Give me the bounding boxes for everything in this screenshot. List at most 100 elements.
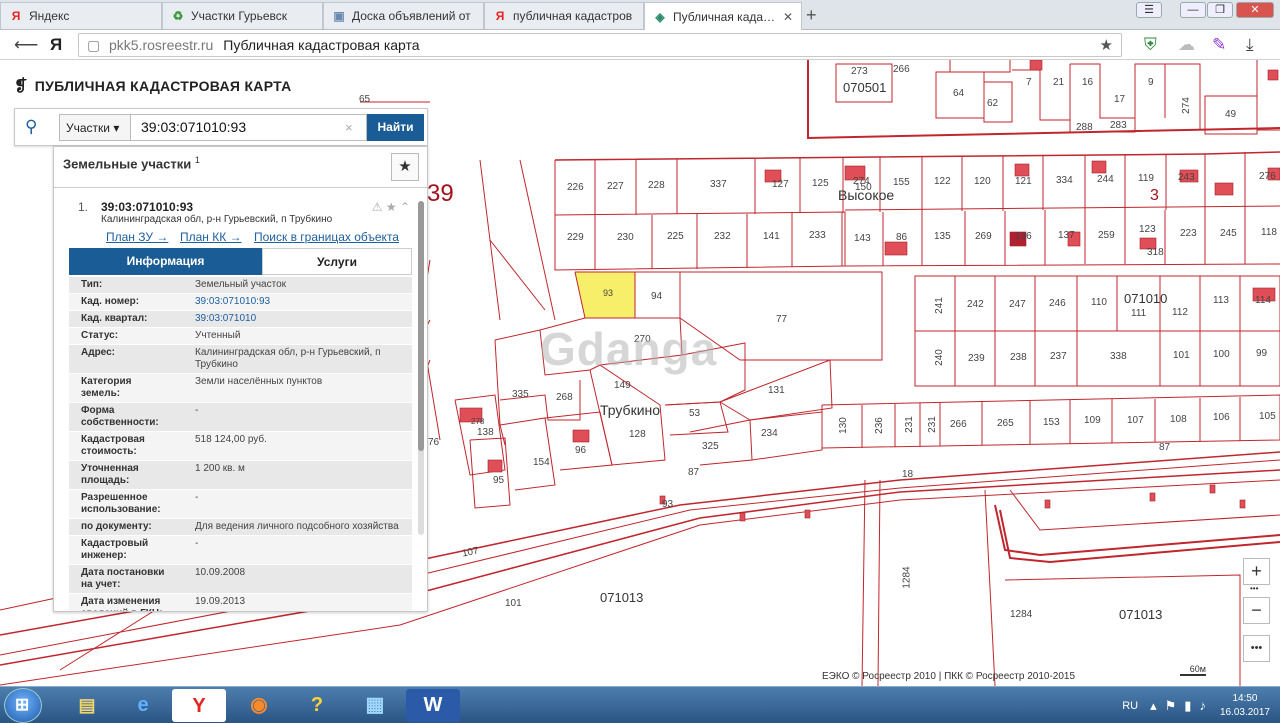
parcel-label: 241 (933, 297, 945, 314)
menu-button[interactable]: ☰ (1136, 2, 1162, 18)
tab-title: Участки Гурьевск (191, 9, 287, 23)
maximize-button[interactable]: ❐ (1207, 2, 1233, 18)
parcel-label: 325 (702, 441, 719, 452)
pen-icon[interactable]: ✎ (1212, 35, 1226, 55)
panel-scrollbar[interactable] (418, 201, 424, 535)
attr-value-link[interactable]: 39:03:071010:93 (181, 294, 412, 310)
download-icon[interactable]: ⤓ (1246, 35, 1254, 55)
clear-search-icon[interactable]: × (345, 120, 353, 135)
close-window-button[interactable]: ✕ (1236, 2, 1274, 18)
bookmark-star-icon[interactable]: ★ (1100, 36, 1113, 54)
chevron-down-icon: ▾ (113, 121, 120, 135)
parcel-label: 122 (934, 176, 951, 187)
chevron-up-icon[interactable]: ⌃ (400, 200, 410, 214)
plan-zu-link[interactable]: План ЗУ → (106, 230, 168, 244)
word-icon[interactable]: W (406, 689, 460, 722)
parcel-label: 228 (648, 180, 665, 191)
shield-icon[interactable]: ⛨ (1144, 35, 1157, 55)
search-icon[interactable]: ⚲ (25, 117, 37, 137)
app-title: ПУБЛИЧНАЯ КАДАСТРОВАЯ КАРТА (34, 78, 292, 94)
parcel-label: 1284 (1010, 609, 1033, 620)
image-viewer-icon[interactable]: ▦ (348, 689, 402, 722)
parcel-label: 246 (1049, 298, 1066, 309)
parcel-label: 105 (1259, 411, 1276, 422)
object-type-select[interactable]: Участки ▾ (59, 114, 131, 141)
tab-services[interactable]: Услуги (262, 248, 412, 275)
url-field[interactable]: ▢ pkk5.rosreestr.ru Публичная кадастрова… (78, 33, 1122, 57)
tab-cadastral-active[interactable]: ◈ Публичная кадастрове ✕ (644, 2, 802, 30)
board-icon: ▣ (333, 9, 345, 23)
attr-value: 518 124,00 руб. (195, 434, 267, 445)
chevron-up-icon[interactable]: ▴ (1150, 698, 1157, 714)
tab-search[interactable]: Я публичная кадастров (484, 2, 644, 29)
attr-key: Дата постановки на учет: (81, 567, 165, 590)
parcel-label: 125 (812, 178, 829, 189)
parcel-label: 337 (710, 179, 727, 190)
parcel-label: 266 (893, 64, 910, 75)
explorer-icon[interactable]: ▤ (60, 689, 114, 722)
zoom-out-button[interactable]: − (1243, 597, 1270, 624)
network-icon[interactable]: ▮ (1184, 698, 1191, 714)
parcel-label: 238 (1010, 352, 1027, 363)
tab-yandex[interactable]: Я Яндекс (0, 2, 162, 29)
parcel-label: 231 (926, 416, 938, 433)
tab-uchastki[interactable]: ♻ Участки Гурьевск (162, 2, 323, 29)
flag-icon[interactable]: ⚑ (1165, 698, 1177, 714)
extension-icon[interactable]: ☁ (1178, 35, 1195, 55)
yandex-browser-icon[interactable]: Y (172, 689, 226, 722)
volume-icon[interactable]: ♪ (1199, 698, 1206, 713)
cadastral-map[interactable]: 273 266 070501 7 21 16 9 64 62 17 274 49… (0, 60, 1280, 686)
result-cad-number[interactable]: 39:03:071010:93 (101, 200, 193, 214)
parcel-label: 95 (493, 475, 505, 486)
yandex-logo-icon[interactable]: Я (50, 35, 62, 55)
attr-row: Кад. квартал: 39:03:071010 (69, 311, 412, 328)
search-input[interactable]: 39:03:071010:93 (131, 114, 367, 141)
parcel-label: 288 (1076, 122, 1093, 133)
ie-icon[interactable]: e (116, 689, 170, 722)
find-button[interactable]: Найти (367, 114, 424, 141)
clock[interactable]: 14:50 16.03.2017 (1220, 692, 1270, 720)
rosreestr-logo-icon: ❡ (14, 78, 28, 95)
plan-kk-link[interactable]: План КК → (180, 230, 242, 244)
parcel-label: 239 (968, 353, 985, 364)
more-tools-button[interactable]: ••• (1243, 635, 1270, 662)
firefox-icon[interactable]: ◉ (232, 689, 286, 722)
parcel-label: 16 (1082, 77, 1094, 88)
result-card: 1. 39:03:071010:93 Калининградская обл, … (68, 197, 412, 611)
tab-doska[interactable]: ▣ Доска объявлений от (323, 2, 484, 29)
parcel-label: 268 (556, 392, 573, 403)
help-icon[interactable]: ? (290, 689, 344, 722)
parcel-label: 240 (933, 349, 945, 366)
parcel-label: 62 (987, 98, 999, 109)
attr-row: Адрес: Калининградская обл, р-н Гурьевски… (69, 345, 412, 374)
parcel-label: 86 (896, 232, 908, 243)
close-tab-icon[interactable]: ✕ (783, 10, 793, 24)
parcel-label: 334 (1056, 175, 1073, 186)
parcel-label: 138 (477, 427, 494, 438)
url-title: Публичная кадастровая карта (223, 37, 420, 53)
results-panel: Земельные участки 1 ★ 1. 39:03:071010:93… (53, 146, 428, 612)
parcel-label: 17 (1114, 94, 1126, 105)
windows-logo-icon: ⊞ (15, 695, 30, 714)
attr-value: Земельный участок (195, 279, 287, 290)
warning-icon[interactable]: ⚠ (372, 200, 383, 214)
parcel-label: 232 (714, 231, 731, 242)
scrollbar-thumb[interactable] (418, 201, 424, 451)
attr-row: Разрешенное использование: - (69, 490, 412, 519)
minimize-button[interactable]: — (1180, 2, 1206, 18)
parcel-label: 118 (1261, 227, 1277, 238)
new-tab-button[interactable]: + (806, 5, 817, 26)
zoom-in-button[interactable]: + (1243, 558, 1270, 585)
attr-value-link[interactable]: 39:03:071010 (181, 311, 412, 327)
language-indicator[interactable]: RU (1122, 700, 1138, 712)
recycle-icon: ♻ (172, 9, 184, 23)
start-button[interactable]: ⊞ (4, 688, 42, 723)
parcel-label: 108 (1170, 414, 1187, 425)
search-bar: ⚲ Участки ▾ 39:03:071010:93 × Найти (14, 108, 428, 146)
favorites-star-button[interactable]: ★ (391, 153, 419, 181)
back-arrow-icon[interactable]: ⟵ (14, 35, 38, 55)
tab-information[interactable]: Информация (69, 248, 262, 275)
star-icon[interactable]: ★ (386, 200, 397, 214)
attr-row: по документу: Для ведения личного подсобн… (69, 519, 412, 536)
page-icon: ▢ (87, 37, 101, 53)
